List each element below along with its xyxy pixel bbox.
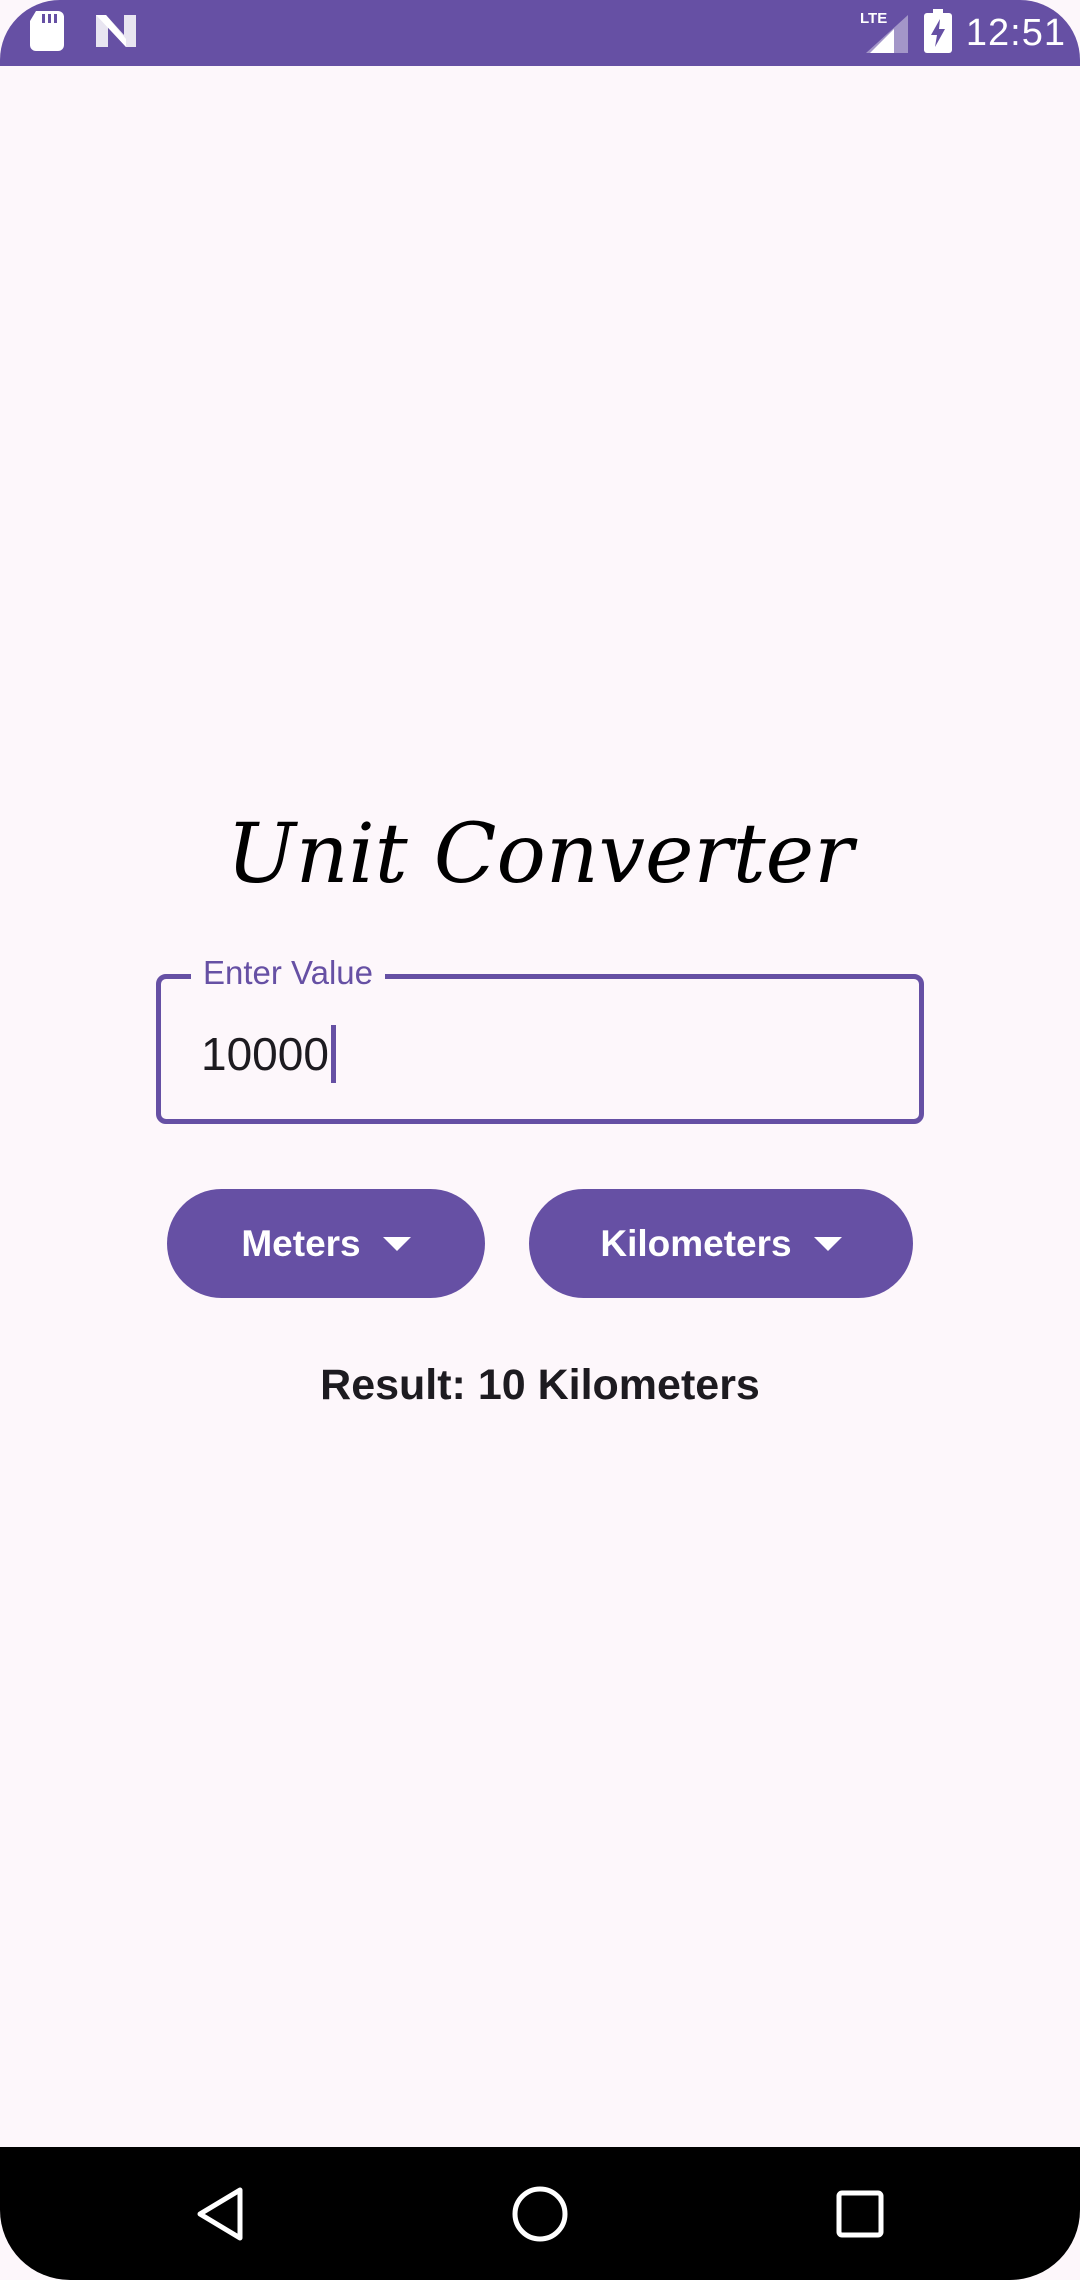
status-right-icons: LTE 12:51 [860, 6, 1066, 60]
home-icon [512, 2186, 568, 2242]
battery-charging-icon [923, 8, 952, 58]
n-logo-icon [94, 13, 138, 54]
status-time: 12:51 [965, 11, 1066, 54]
screen: LTE 12:51 Unit Converter Enter Value 100… [0, 0, 1080, 2280]
to-unit-dropdown-button[interactable]: Kilometers [529, 1189, 913, 1298]
recents-button[interactable] [827, 2181, 893, 2247]
app-title: Unit Converter [226, 807, 854, 902]
sd-card-icon [30, 10, 64, 56]
from-unit-label: Meters [241, 1222, 361, 1264]
network-label: LTE [860, 10, 887, 27]
to-unit-label: Kilometers [600, 1222, 792, 1264]
back-icon [197, 2187, 243, 2241]
home-button[interactable] [507, 2181, 573, 2247]
value-input[interactable]: 10000 [201, 1025, 336, 1083]
value-input-label: Enter Value [191, 953, 385, 993]
back-button[interactable] [187, 2181, 253, 2247]
recents-icon [836, 2190, 884, 2238]
value-input-field[interactable]: Enter Value 10000 [156, 953, 924, 1124]
navigation-bar [0, 2147, 1080, 2280]
signal-icon: LTE [860, 9, 910, 58]
result-text: Result: 10 Kilometers [320, 1361, 760, 1409]
text-cursor [330, 1025, 336, 1083]
status-left-icons [30, 10, 138, 56]
value-input-text: 10000 [201, 1028, 329, 1080]
status-bar: LTE 12:51 [0, 0, 1080, 66]
dropdown-arrow-icon [382, 1236, 411, 1251]
from-unit-dropdown-button[interactable]: Meters [167, 1189, 485, 1298]
dropdown-arrow-icon [813, 1236, 842, 1251]
